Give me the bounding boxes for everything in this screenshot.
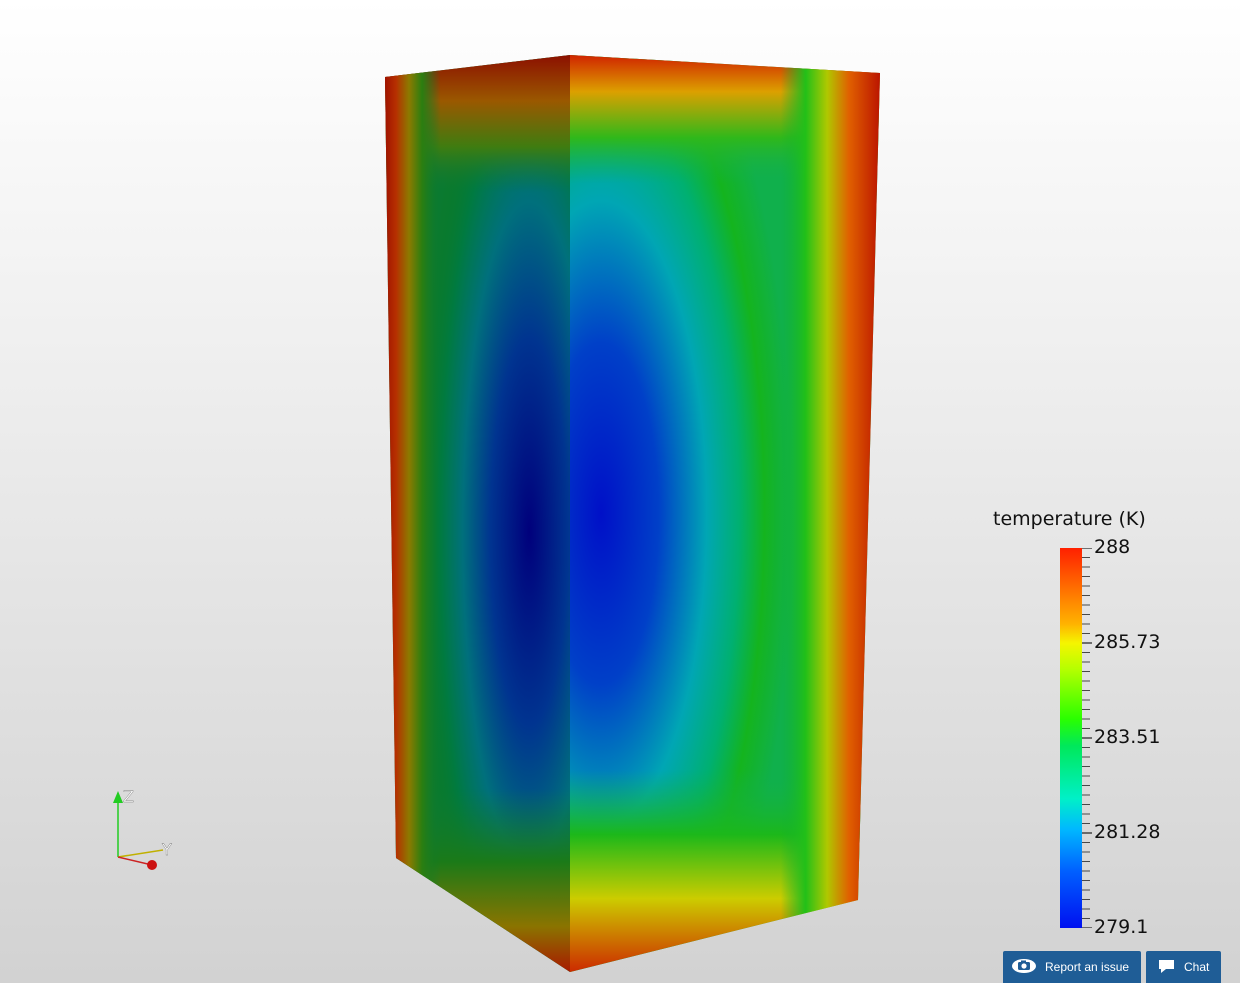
- legend-label-0: 288: [1094, 536, 1131, 558]
- render-viewport[interactable]: Z Y temperature (K) 288 285.73 283.51 281.2…: [0, 0, 1240, 983]
- x-axis-cone: [147, 860, 157, 870]
- chat-bubble-icon: [1158, 958, 1176, 977]
- legend-label-2: 283.51: [1094, 726, 1161, 748]
- z-axis-arrow: [113, 791, 123, 803]
- report-issue-button[interactable]: Report an issue: [1003, 951, 1141, 983]
- camera-icon: [1011, 958, 1037, 977]
- color-scale-bar: [1060, 548, 1082, 928]
- y-axis-line: [117, 849, 164, 858]
- z-axis-label: Z: [123, 787, 134, 806]
- box-left-face: [385, 55, 570, 972]
- x-axis-line: [117, 856, 153, 866]
- y-axis-label: Y: [161, 840, 172, 859]
- legend-tick-marks: [1082, 548, 1092, 928]
- box-right-face: [570, 55, 880, 972]
- legend-label-1: 285.73: [1094, 631, 1161, 653]
- orientation-axes-widget: Z Y: [113, 787, 172, 870]
- legend-title: temperature (K): [993, 508, 1146, 530]
- legend-label-3: 281.28: [1094, 821, 1161, 843]
- report-issue-label: Report an issue: [1045, 960, 1130, 974]
- chat-button[interactable]: Chat: [1146, 951, 1221, 983]
- legend-label-4: 279.1: [1094, 916, 1149, 938]
- chat-label: Chat: [1184, 960, 1210, 974]
